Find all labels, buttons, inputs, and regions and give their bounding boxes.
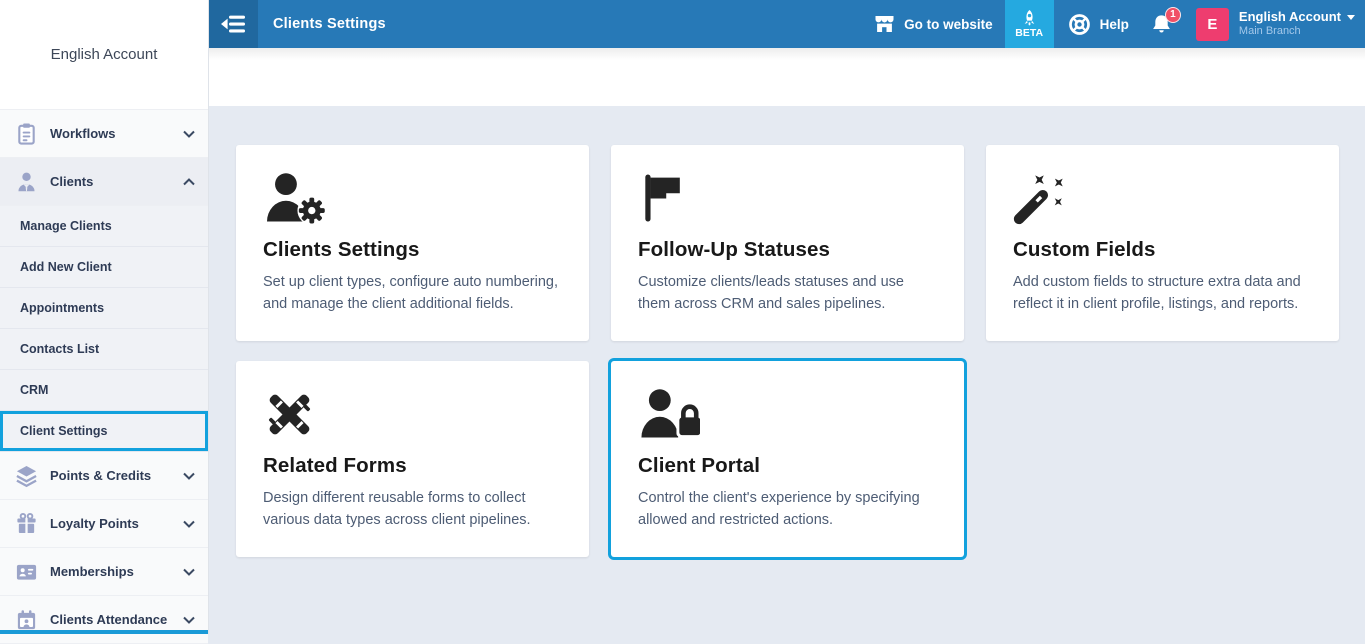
help-button[interactable]: Help: [1068, 13, 1129, 36]
life-ring-help-icon: [1068, 13, 1091, 36]
card-title: Related Forms: [263, 454, 407, 477]
clipboard-icon: [14, 121, 39, 146]
card-custom-fields[interactable]: Custom Fields Add custom fields to struc…: [986, 145, 1339, 341]
account-name: English Account: [1238, 9, 1341, 24]
sidebar-item-label: Clients: [50, 174, 94, 189]
sidebar-subitem-add-new-client[interactable]: Add New Client: [0, 247, 208, 288]
calendar-person-icon: [14, 607, 39, 632]
sidebar-subitem-crm[interactable]: CRM: [0, 370, 208, 411]
page-title: Clients Settings: [273, 16, 386, 32]
chevron-down-icon: [183, 130, 195, 138]
submenu-label: Contacts List: [20, 342, 100, 356]
sidebar-clients-submenu: Manage Clients Add New Client Appointmen…: [0, 206, 208, 452]
card-related-forms[interactable]: Related Forms Design different reusable …: [236, 361, 589, 557]
card-description: Add custom fields to structure extra dat…: [1013, 274, 1301, 312]
avatar-initial: E: [1207, 15, 1218, 33]
topbar: Clients Settings Go to website BETA Help…: [209, 0, 1365, 48]
sidebar-subitem-manage-clients[interactable]: Manage Clients: [0, 206, 208, 247]
go-to-website-button[interactable]: Go to website: [874, 15, 993, 34]
sidebar-item-clients[interactable]: Clients: [0, 158, 208, 206]
flag-icon: [638, 172, 936, 228]
beta-label: BETA: [1015, 26, 1044, 39]
sidebar-subitem-appointments[interactable]: Appointments: [0, 288, 208, 329]
sidebar-item-loyalty-points[interactable]: Loyalty Points: [0, 500, 208, 548]
sidebar-item-points-credits[interactable]: Points & Credits: [0, 452, 208, 500]
layers-icon: [14, 463, 39, 488]
submenu-label: Client Settings: [20, 424, 108, 438]
rocket-icon: [1022, 9, 1037, 26]
chevron-down-icon: [183, 472, 195, 480]
sidebar-account-name: English Account: [50, 46, 158, 63]
help-label: Help: [1099, 16, 1129, 32]
chevron-down-icon: [183, 616, 195, 624]
sidebar-account-header: English Account: [0, 0, 208, 110]
go-to-website-label: Go to website: [904, 16, 993, 32]
sidebar-item-memberships[interactable]: Memberships: [0, 548, 208, 596]
account-menu[interactable]: English Account Main Branch: [1239, 9, 1355, 39]
sidebar-item-label: Points & Credits: [50, 468, 152, 483]
collapse-sidebar-icon: [220, 14, 247, 34]
beta-button[interactable]: BETA: [1004, 0, 1054, 48]
collapse-sidebar-button[interactable]: [209, 0, 258, 48]
magic-wand-icon: [1013, 172, 1311, 228]
user-gear-icon: [263, 172, 561, 228]
card-description: Control the client's experience by speci…: [638, 490, 920, 528]
sidebar-item-workflows[interactable]: Workflows: [0, 110, 208, 158]
notification-count-badge: 1: [1164, 6, 1181, 23]
user-lock-icon: [638, 388, 936, 444]
card-clients-settings[interactable]: Clients Settings Set up client types, co…: [236, 145, 589, 341]
main-content: Clients Settings Set up client types, co…: [209, 48, 1365, 634]
sidebar-bottom-highlight-strip: [0, 630, 208, 634]
sidebar-item-clients-attendance[interactable]: Clients Attendance: [0, 596, 208, 644]
sidebar-item-label: Clients Attendance: [50, 612, 168, 627]
branch-name: Main Branch: [1238, 25, 1301, 38]
sidebar-subitem-client-settings[interactable]: Client Settings: [0, 411, 208, 452]
submenu-label: Appointments: [20, 301, 105, 315]
card-follow-up-statuses[interactable]: Follow-Up Statuses Customize clients/lea…: [611, 145, 964, 341]
sidebar-subitem-contacts-list[interactable]: Contacts List: [0, 329, 208, 370]
sidebar-item-label: Loyalty Points: [50, 516, 139, 531]
person-icon: [14, 169, 39, 194]
subheader-band: [209, 48, 1365, 106]
card-title: Client Portal: [638, 454, 761, 477]
submenu-label: Add New Client: [20, 260, 112, 274]
settings-card-grid: Clients Settings Set up client types, co…: [209, 106, 1365, 557]
chevron-up-icon: [183, 177, 195, 186]
card-title: Clients Settings: [263, 238, 420, 261]
card-description: Design different reusable forms to colle…: [263, 490, 531, 528]
caret-down-icon: [1347, 14, 1355, 20]
chevron-down-icon: [183, 520, 195, 528]
notifications-button[interactable]: 1: [1151, 6, 1181, 35]
submenu-label: CRM: [20, 383, 49, 397]
gift-icon: [14, 511, 39, 536]
sidebar-item-label: Memberships: [50, 564, 134, 579]
chevron-down-icon: [183, 568, 195, 576]
sidebar-item-label: Workflows: [50, 126, 116, 141]
card-description: Customize clients/leads statuses and use…: [638, 274, 904, 312]
account-avatar[interactable]: E: [1195, 7, 1229, 41]
card-description: Set up client types, configure auto numb…: [263, 274, 559, 312]
card-client-portal[interactable]: Client Portal Control the client's exper…: [611, 361, 964, 557]
card-title: Custom Fields: [1013, 238, 1156, 261]
crossed-tools-icon: [263, 388, 561, 444]
sidebar: English Account Workflows Clients Manage…: [0, 0, 209, 644]
id-card-icon: [14, 559, 39, 584]
storefront-icon: [874, 15, 895, 34]
card-title: Follow-Up Statuses: [638, 238, 831, 261]
submenu-label: Manage Clients: [20, 219, 112, 233]
